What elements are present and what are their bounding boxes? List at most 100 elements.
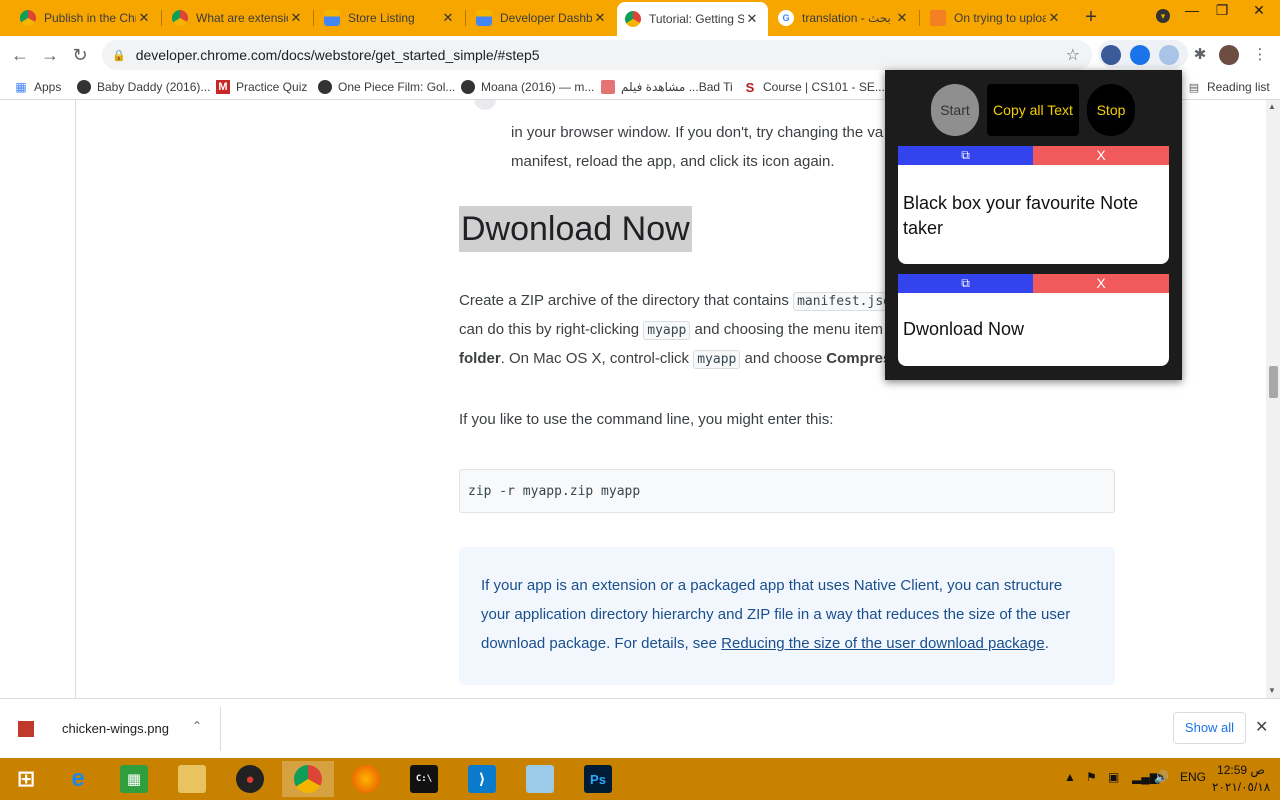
bookmark-baby-daddy[interactable]: Baby Daddy (2016)...: [77, 78, 210, 96]
taskbar-firefox[interactable]: [340, 761, 392, 797]
close-icon[interactable]: ✕: [440, 10, 456, 26]
stackoverflow-icon: [930, 10, 946, 26]
copy-icon[interactable]: ⧉: [898, 146, 1033, 165]
close-icon[interactable]: ✕: [1046, 10, 1062, 26]
taskbar-vscode[interactable]: ⟩: [456, 761, 508, 797]
reducing-size-link[interactable]: Reducing the size of the user download p…: [721, 635, 1045, 652]
tray-device-icon[interactable]: ▣: [1108, 770, 1119, 784]
tab-strip: Publish in the Chro ✕ What are extensio …: [0, 0, 1280, 36]
taskbar-chrome[interactable]: [282, 761, 334, 797]
close-icon[interactable]: ✕: [136, 10, 152, 26]
bookmark-label: Practice Quiz: [236, 80, 308, 94]
site-icon: [461, 80, 475, 94]
close-icon[interactable]: ✕: [592, 10, 608, 26]
close-icon[interactable]: ✕: [744, 11, 760, 27]
bookmark-course-cs101[interactable]: S Course | CS101 - SE...: [743, 78, 885, 96]
webstore-icon: [476, 10, 492, 26]
tab-stackoverflow[interactable]: On trying to uploa ✕: [922, 4, 1070, 32]
tray-flag-icon[interactable]: ⚑: [1086, 770, 1097, 784]
address-bar[interactable]: 🔒 developer.chrome.com/docs/webstore/get…: [102, 40, 1092, 70]
language-indicator[interactable]: ENG: [1180, 770, 1206, 784]
page-scrollbar[interactable]: ▲ ▼: [1266, 100, 1280, 698]
tab-tutorial-getting-started[interactable]: Tutorial: Getting S ✕: [617, 2, 768, 36]
step-paragraph: in your browser window. If you don't, tr…: [511, 118, 891, 176]
tab-store-listing[interactable]: Store Listing ✕: [316, 4, 464, 32]
lock-icon: 🔒: [112, 49, 126, 62]
inline-code: myapp: [693, 350, 741, 369]
store-icon: ▦: [120, 765, 148, 793]
close-icon[interactable]: ✕: [288, 10, 304, 26]
taskbar-notepad[interactable]: [514, 761, 566, 797]
vscode-icon: ⟩: [468, 765, 496, 793]
photoshop-icon: Ps: [584, 765, 612, 793]
tray-chevron-icon[interactable]: ▲: [1064, 770, 1076, 784]
new-tab-button[interactable]: +: [1080, 6, 1102, 28]
tab-title: Tutorial: Getting S: [649, 12, 744, 26]
inline-code: manifest.jso: [793, 292, 895, 311]
app-red-icon: ●: [236, 765, 264, 793]
start-button[interactable]: ⊞: [0, 761, 52, 797]
tab-translation[interactable]: G translation - بحث G ✕: [770, 4, 918, 32]
menu-dots-icon[interactable]: ⋮: [1250, 45, 1270, 65]
download-filename[interactable]: chicken-wings.png: [62, 721, 169, 736]
stop-button[interactable]: Stop: [1087, 84, 1135, 136]
chrome-icon: [294, 765, 322, 793]
zip-paragraph-line-3: folder. On Mac OS X, control-click myapp…: [459, 344, 900, 374]
bookmark-bad-times[interactable]: مشاهدة فيلم ...Bad Ti: [601, 78, 733, 96]
extension-ie-tab-icon[interactable]: [1101, 45, 1121, 65]
copy-icon[interactable]: ⧉: [898, 274, 1033, 293]
window-close-button[interactable]: ✕: [1244, 2, 1274, 19]
bookmark-star-icon[interactable]: ☆: [1066, 45, 1080, 65]
tab-developer-dashboard[interactable]: Developer Dashbo ✕: [468, 4, 616, 32]
tab-search-button[interactable]: ▾: [1148, 6, 1178, 23]
download-bar: chicken-wings.png ⌃ Show all ✕: [0, 698, 1280, 758]
chrome-icon: [625, 11, 641, 27]
bookmark-label: Moana (2016) — m...: [481, 80, 595, 94]
close-icon[interactable]: ✕: [894, 10, 910, 26]
bookmark-practice-quiz[interactable]: M Practice Quiz: [216, 78, 307, 96]
bookmark-apps[interactable]: ▦ Apps: [14, 78, 61, 96]
taskbar-clock[interactable]: 12:59 ص ٢٠٢١/٠٥/١٨: [1212, 762, 1270, 796]
bookmark-label: Baby Daddy (2016)...: [97, 80, 211, 94]
note-card-actions: ⧉ X: [898, 274, 1169, 293]
volume-icon[interactable]: 🔊: [1154, 770, 1169, 784]
tab-publish[interactable]: Publish in the Chro ✕: [12, 4, 160, 32]
note-text: Dwonload Now: [903, 319, 1025, 339]
restore-button[interactable]: ❐: [1207, 2, 1237, 19]
paragraph-line: in your browser window. If you don't, tr…: [511, 124, 884, 141]
chevron-up-icon[interactable]: ⌃: [192, 719, 202, 733]
taskbar-store[interactable]: ▦: [108, 761, 160, 797]
bookmark-label: مشاهدة فيلم ...Bad Ti: [621, 80, 733, 94]
minimize-button[interactable]: —: [1177, 2, 1207, 18]
avatar[interactable]: [1219, 45, 1239, 65]
taskbar-internet-explorer[interactable]: e: [52, 761, 104, 797]
close-download-bar-button[interactable]: ✕: [1255, 717, 1268, 737]
extension-blue-icon[interactable]: [1130, 45, 1150, 65]
delete-button[interactable]: X: [1033, 274, 1169, 293]
delete-button[interactable]: X: [1033, 146, 1169, 165]
tab-what-are-extensions[interactable]: What are extensio ✕: [164, 4, 312, 32]
start-button[interactable]: Start: [931, 84, 979, 136]
puzzle-icon[interactable]: ✱: [1190, 45, 1210, 65]
scroll-up-icon[interactable]: ▲: [1268, 102, 1276, 111]
copy-all-text-button[interactable]: Copy all Text: [987, 84, 1079, 136]
reading-list-button[interactable]: ▤ Reading list: [1187, 78, 1270, 96]
note-text: Black box your favourite Note taker: [903, 193, 1139, 238]
reload-button[interactable]: ↻: [69, 44, 91, 66]
bookmark-one-piece[interactable]: One Piece Film: Gol...: [318, 78, 455, 96]
taskbar-terminal[interactable]: C:\: [398, 761, 450, 797]
forward-button[interactable]: →: [39, 44, 61, 66]
scroll-down-icon[interactable]: ▼: [1268, 686, 1276, 695]
text: and choose: [740, 350, 827, 367]
scroll-thumb[interactable]: [1269, 366, 1278, 398]
inline-code: myapp: [643, 321, 691, 340]
extension-note-taker-icon[interactable]: [1159, 45, 1179, 65]
back-button[interactable]: ←: [9, 44, 31, 66]
taskbar-photoshop[interactable]: Ps: [572, 761, 624, 797]
bookmark-moana[interactable]: Moana (2016) — m...: [461, 78, 594, 96]
tab-title: Publish in the Chro: [44, 11, 136, 25]
taskbar-red-app[interactable]: ●: [224, 761, 276, 797]
sidebar-divider: [75, 100, 76, 698]
taskbar-file-explorer[interactable]: [166, 761, 218, 797]
show-all-button[interactable]: Show all: [1173, 712, 1246, 744]
